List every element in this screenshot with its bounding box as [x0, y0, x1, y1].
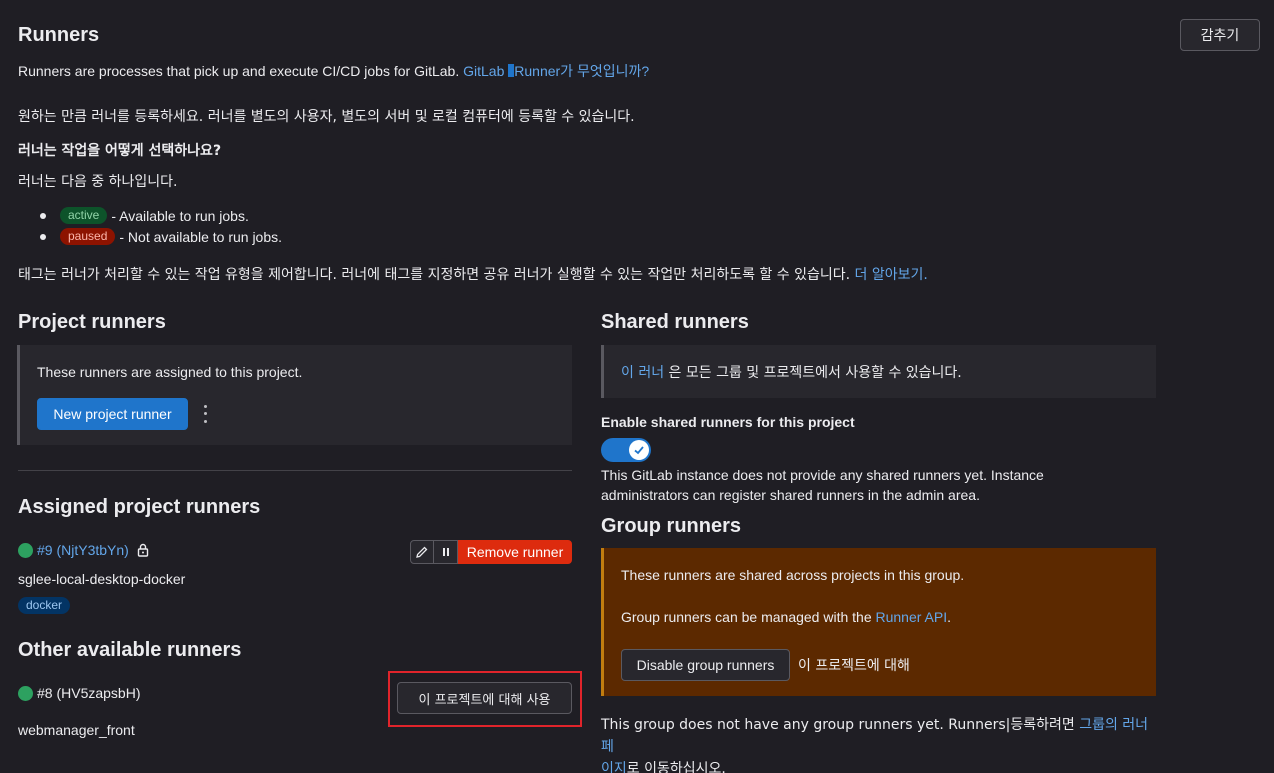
shared-runners-panel: 이 러너 은 모든 그룹 및 프로젝트에서 사용할 수 있습니다. [601, 345, 1156, 398]
what-is-link-part-b: Runner가 무엇입니까? [514, 63, 650, 79]
what-is-link-part-a: GitLab [463, 63, 509, 79]
group-runners-panel: These runners are shared across projects… [601, 548, 1156, 696]
other-runners-heading: Other available runners [18, 639, 242, 661]
runner-api-link[interactable]: Runner API [876, 609, 948, 625]
runner-states-list: active - Available to run jobs. paused -… [40, 205, 282, 247]
group-panel-text-2-suffix: . [947, 609, 951, 625]
group-panel-text-2: Group runners can be managed with the Ru… [621, 609, 951, 625]
pause-icon [442, 548, 449, 556]
how-choose-heading: 러너는 작업을 어떻게 선택하나요? [18, 143, 222, 159]
assigned-runner-name: sglee-local-desktop-docker [18, 571, 186, 587]
paused-desc: - Not available to run jobs. [119, 228, 283, 245]
runner-tag-badge: docker [18, 597, 71, 614]
these-runners-link[interactable]: 이 러너 [621, 365, 664, 381]
project-runners-heading: Project runners [18, 311, 166, 333]
group-panel-text-2-prefix: Group runners can be managed with the [621, 609, 876, 625]
group-panel-text-1: These runners are shared across projects… [621, 567, 965, 583]
other-runner-name: webmanager_front [18, 722, 135, 738]
shared-runners-heading: Shared runners [601, 311, 749, 333]
assigned-runner-row: #9 (NjtY3tbYn) [18, 542, 150, 558]
learn-more-link[interactable]: 더 알아보기. [855, 267, 928, 283]
page-title: Runners [18, 24, 100, 46]
active-badge: active [60, 207, 108, 224]
what-is-runner-link[interactable]: GitLab Runner가 무엇입니까? [463, 63, 649, 79]
more-options-icon[interactable] [200, 403, 210, 425]
bullet [40, 233, 46, 240]
state-paused-item: paused - Not available to run jobs. [40, 226, 282, 247]
assigned-runners-heading: Assigned project runners [18, 496, 261, 518]
shared-panel-text: 은 모든 그룹 및 프로젝트에서 사용할 수 있습니다. [664, 365, 962, 381]
divider [18, 470, 572, 471]
footer-text-b: 로 이동하십시오. [626, 761, 726, 773]
group-runners-footer: This group does not have any group runne… [601, 714, 1161, 773]
state-active-item: active - Available to run jobs. [40, 205, 282, 226]
project-runners-panel-text: These runners are assigned to this proje… [37, 364, 303, 380]
online-status-icon [18, 542, 33, 558]
new-project-runner-button[interactable]: New project runner [37, 398, 188, 430]
online-status-icon [18, 685, 33, 701]
disable-suffix-text: 이 프로젝트에 대해 [798, 658, 910, 674]
disable-group-runners-button[interactable]: Disable group runners [621, 649, 790, 681]
shared-panel-content: 이 러너 은 모든 그룹 및 프로젝트에서 사용할 수 있습니다. [621, 362, 962, 382]
enable-shared-label: Enable shared runners for this project [601, 414, 855, 430]
collapse-button[interactable]: 감추기 [1180, 19, 1260, 51]
description-text: Runners are processes that pick up and e… [18, 63, 460, 79]
group-runners-heading: Group runners [601, 515, 742, 537]
runners-description: Runners are processes that pick up and e… [18, 61, 649, 81]
states-text: 러너는 다음 중 하나입니다. [18, 174, 178, 190]
project-runners-panel: These runners are assigned to this proje… [17, 345, 572, 445]
group-runners-page-link-b[interactable]: 이지 [601, 761, 627, 773]
active-desc: - Available to run jobs. [111, 207, 249, 224]
paused-badge: paused [60, 228, 116, 245]
tags-paragraph: 태그는 러너가 처리할 수 있는 작업 유형을 제어합니다. 러너에 태그를 지… [18, 264, 928, 284]
shared-runners-note: This GitLab instance does not provide an… [601, 467, 1044, 503]
assigned-runner-id-link[interactable]: #9 (NjtY3tbYn) [37, 542, 129, 558]
pencil-icon [416, 546, 428, 558]
enable-for-project-button[interactable]: 이 프로젝트에 대해 사용 [397, 682, 572, 714]
other-runner-row: #8 (HV5zapsbH) [18, 685, 141, 701]
lock-icon [137, 543, 149, 557]
pause-runner-button[interactable] [434, 540, 458, 564]
toggle-knob [629, 440, 649, 460]
assigned-runner-actions: Remove runner [410, 540, 572, 564]
register-text: 원하는 만큼 러너를 등록하세요. 러너를 별도의 사용자, 별도의 서버 및 … [18, 109, 635, 125]
edit-runner-button[interactable] [410, 540, 434, 564]
footer-text-a: This group does not have any group runne… [601, 717, 1080, 733]
other-runner-id: #8 (HV5zapsbH) [37, 685, 141, 701]
check-icon [634, 446, 644, 455]
bullet [40, 212, 46, 219]
remove-runner-button[interactable]: Remove runner [458, 540, 572, 564]
tags-text: 태그는 러너가 처리할 수 있는 작업 유형을 제어합니다. 러너에 태그를 지… [18, 267, 851, 283]
shared-runners-toggle[interactable] [601, 438, 651, 462]
